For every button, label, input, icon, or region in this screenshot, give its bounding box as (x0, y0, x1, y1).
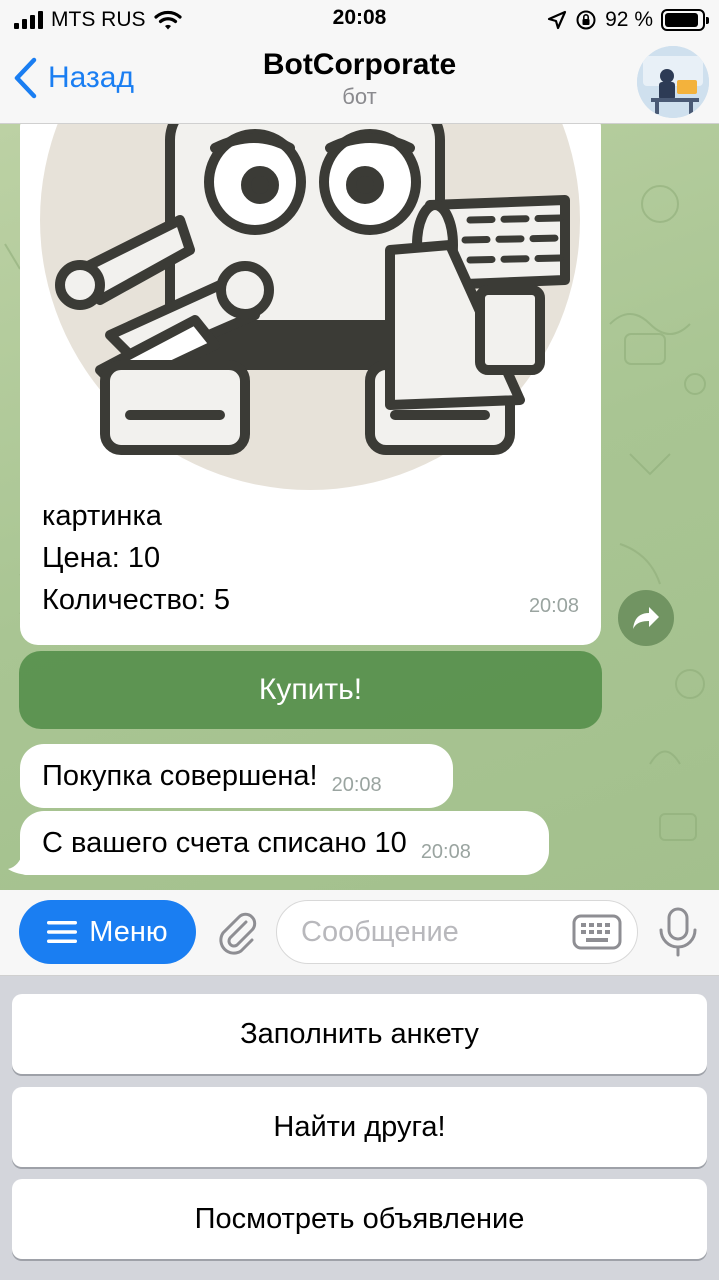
share-button[interactable] (618, 590, 674, 646)
keyboard-toggle-icon[interactable] (572, 914, 622, 950)
product-name: картинка (42, 500, 162, 532)
chevron-left-icon (14, 57, 37, 99)
product-price: Цена: 10 (42, 542, 161, 574)
carrier-name: MTS RUS (51, 8, 146, 31)
back-button[interactable]: Назад (12, 56, 134, 100)
robot-illustration-image (20, 124, 601, 490)
attach-paperclip-icon[interactable] (212, 908, 260, 956)
product-message-card: картинка Цена: 10 Количество: 5 20:08 (20, 124, 601, 645)
product-details: картинка Цена: 10 Количество: 5 (42, 495, 230, 621)
avatar-illustration (637, 46, 709, 118)
status-left: MTS RUS (14, 6, 182, 34)
location-arrow-icon (548, 10, 567, 30)
battery-fill (665, 13, 699, 27)
chat-header: Назад BotCorporate бот (0, 40, 719, 124)
message-text: С вашего счета списано 10 (42, 826, 407, 859)
bot-reply-keyboard: Заполнить анкету Найти друга! Посмотреть… (0, 976, 719, 1280)
product-quantity: Количество: 5 (42, 584, 230, 616)
battery-percent: 92 % (605, 8, 653, 31)
chat-title: BotCorporate (262, 48, 457, 81)
reply-button-find-friend[interactable]: Найти друга! (12, 1087, 707, 1167)
battery-icon (661, 9, 709, 31)
message-time: 20:08 (528, 595, 579, 617)
message-text: Покупка совершена! (42, 759, 318, 792)
reply-button-view-ad[interactable]: Посмотреть объявление (12, 1179, 707, 1259)
microphone-icon[interactable] (656, 906, 700, 958)
message-bubble: Покупка совершена! 20:08 (20, 744, 453, 808)
hamburger-menu-icon (47, 921, 78, 943)
buy-inline-button[interactable]: Купить! (19, 651, 602, 729)
chat-subtitle: бот (342, 84, 377, 109)
chat-title-area[interactable]: BotCorporate бот (180, 48, 539, 110)
message-input-bar: Меню (0, 890, 719, 976)
message-time: 20:08 (420, 840, 471, 863)
cellular-signal-icon (14, 11, 43, 29)
share-arrow-icon (633, 607, 659, 629)
back-label: Назад (48, 61, 134, 94)
wifi-icon (153, 10, 182, 30)
status-bar: MTS RUS 20:08 92 % (0, 0, 719, 40)
orientation-lock-icon (576, 10, 596, 30)
menu-label: Меню (89, 915, 168, 948)
reply-button-fill-form[interactable]: Заполнить анкету (12, 994, 707, 1074)
message-bubble: С вашего счета списано 10 20:08 (20, 811, 549, 875)
status-right: 92 % (547, 6, 709, 34)
message-time: 20:08 (331, 773, 382, 796)
chat-area[interactable]: картинка Цена: 10 Количество: 5 20:08 Ку… (0, 124, 719, 890)
bubble-tail (8, 855, 32, 875)
menu-button[interactable]: Меню (19, 900, 196, 964)
bot-avatar[interactable] (637, 46, 709, 118)
